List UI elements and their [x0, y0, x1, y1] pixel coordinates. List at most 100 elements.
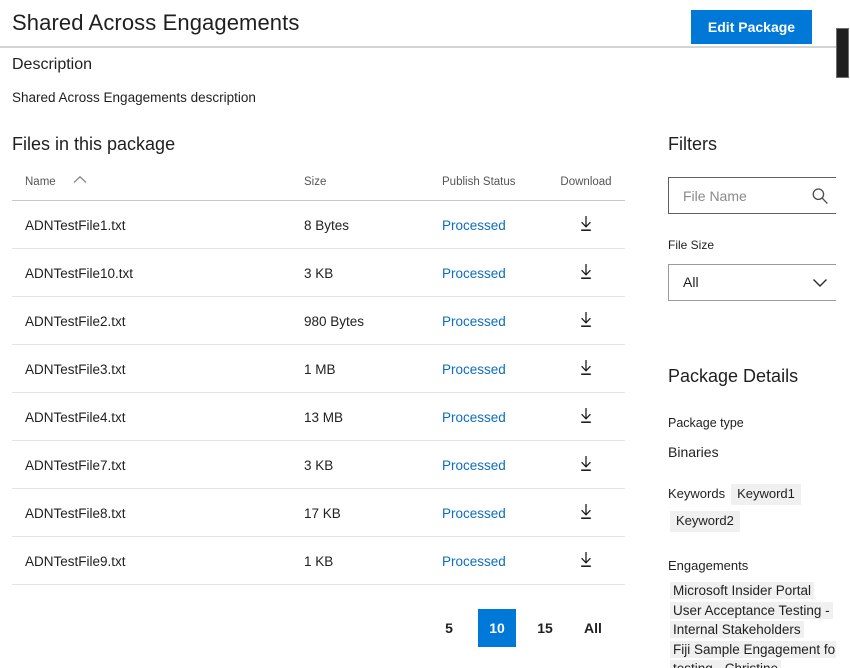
engagement-tag-label: User Acceptance Testing - Internal Stake…: [670, 602, 833, 638]
download-icon[interactable]: [578, 503, 594, 520]
engagement-tag: Microsoft Insider Portal: [670, 581, 848, 600]
pagination-spacer: [516, 628, 526, 629]
search-icon[interactable]: [810, 186, 830, 206]
publish-status-cell: Processed: [442, 344, 547, 394]
column-header-name[interactable]: Name: [12, 175, 304, 202]
file-size-cell: 980 Bytes: [304, 296, 442, 346]
file-name-cell: ADNTestFile10.txt: [12, 248, 304, 298]
pagination-spacer: [564, 628, 574, 629]
engagements-tag-list: Microsoft Insider Portal User Acceptance …: [670, 581, 848, 668]
file-name-cell: ADNTestFile9.txt: [12, 536, 304, 586]
file-size-cell: 17 KB: [304, 488, 442, 538]
files-section-heading: Files in this package: [12, 134, 176, 154]
download-icon[interactable]: [578, 215, 594, 232]
file-name-cell: ADNTestFile4.txt: [12, 392, 304, 442]
engagement-tag: User Acceptance Testing - Internal Stake…: [670, 601, 848, 639]
files-table-body: ADNTestFile1.txt 8 Bytes Processed ADNTestF…: [12, 200, 625, 586]
publish-status-cell: Processed: [442, 440, 547, 490]
publish-status-cell: Processed: [442, 392, 547, 442]
publish-status-cell: Processed: [442, 200, 547, 250]
file-name-cell: ADNTestFile3.txt: [12, 344, 304, 394]
download-icon[interactable]: [578, 455, 594, 472]
download-icon[interactable]: [578, 551, 594, 568]
publish-status-link[interactable]: Processed: [442, 410, 506, 425]
publish-status-cell: Processed: [442, 536, 547, 586]
publish-status-cell: Processed: [442, 248, 547, 298]
file-name-filter[interactable]: [668, 177, 840, 214]
publish-status-link[interactable]: Processed: [442, 314, 506, 329]
vertical-scrollbar-track[interactable]: [836, 0, 850, 668]
pagination-spacer: [468, 628, 478, 629]
column-header-download: Download: [547, 176, 625, 202]
file-name-cell: ADNTestFile7.txt: [12, 440, 304, 490]
keyword-tag: Keyword1: [731, 484, 801, 505]
pagination-option-5[interactable]: 5: [430, 609, 468, 647]
files-table-container: Name Size Publish Status Download ADNTes…: [12, 175, 625, 586]
file-size-label: File Size: [668, 238, 715, 252]
table-row[interactable]: ADNTestFile7.txt 3 KB Processed: [12, 440, 625, 490]
column-header-size[interactable]: Size: [304, 176, 442, 202]
chevron-up-icon[interactable]: [73, 175, 87, 187]
table-row[interactable]: ADNTestFile3.txt 1 MB Processed: [12, 344, 625, 394]
package-details-heading: Package Details: [668, 366, 799, 386]
download-cell: [547, 536, 625, 586]
files-table: Name Size Publish Status Download ADNTes…: [12, 175, 625, 586]
table-row[interactable]: ADNTestFile1.txt 8 Bytes Processed: [12, 200, 625, 250]
filters-heading: Filters: [668, 134, 717, 154]
file-name-cell: ADNTestFile1.txt: [12, 200, 304, 250]
publish-status-link[interactable]: Processed: [442, 458, 506, 473]
download-icon[interactable]: [578, 407, 594, 424]
publish-status-link[interactable]: Processed: [442, 362, 506, 377]
file-size-cell: 1 MB: [304, 344, 442, 394]
engagements-label: Engagements: [668, 558, 749, 573]
package-details-page: Shared Across Engagements Edit Package D…: [0, 0, 850, 668]
column-header-publish-status[interactable]: Publish Status: [442, 176, 547, 202]
download-cell: [547, 248, 625, 298]
vertical-scrollbar-thumb[interactable]: [836, 28, 849, 78]
download-cell: [547, 488, 625, 538]
keywords-row: Keywords Keyword1 Keyword2: [668, 484, 850, 538]
description-label: Description: [12, 56, 93, 73]
files-table-head: Name Size Publish Status Download: [12, 175, 625, 202]
publish-status-link[interactable]: Processed: [442, 506, 506, 521]
pagination: 5 10 15 All: [430, 609, 615, 647]
download-cell: [547, 392, 625, 442]
engagement-tag-label: Microsoft Insider Portal: [670, 582, 815, 599]
table-row[interactable]: ADNTestFile9.txt 1 KB Processed: [12, 536, 625, 586]
publish-status-cell: Processed: [442, 296, 547, 346]
search-input[interactable]: [669, 178, 807, 213]
engagement-tag-label: Fiji Sample Engagement for testing - Chr…: [670, 641, 843, 668]
pagination-option-15[interactable]: 15: [526, 609, 564, 647]
keyword-tag: Keyword2: [670, 511, 740, 532]
file-size-cell: 13 MB: [304, 392, 442, 442]
pagination-option-10[interactable]: 10: [478, 609, 516, 647]
table-row[interactable]: ADNTestFile8.txt 17 KB Processed: [12, 488, 625, 538]
table-row[interactable]: ADNTestFile2.txt 980 Bytes Processed: [12, 296, 625, 346]
publish-status-link[interactable]: Processed: [442, 218, 506, 233]
download-icon[interactable]: [578, 263, 594, 280]
file-size-select[interactable]: All: [668, 264, 840, 301]
pagination-option-all[interactable]: All: [574, 609, 612, 647]
package-type-value: Binaries: [668, 444, 719, 460]
file-name-cell: ADNTestFile8.txt: [12, 488, 304, 538]
file-size-selected-value: All: [683, 274, 699, 290]
table-row[interactable]: ADNTestFile10.txt 3 KB Processed: [12, 248, 625, 298]
download-cell: [547, 200, 625, 250]
download-cell: [547, 344, 625, 394]
publish-status-cell: Processed: [442, 488, 547, 538]
table-row[interactable]: ADNTestFile4.txt 13 MB Processed: [12, 392, 625, 442]
description-text: Shared Across Engagements description: [12, 90, 256, 105]
download-cell: [547, 440, 625, 490]
download-icon[interactable]: [578, 311, 594, 328]
package-type-label: Package type: [668, 416, 744, 430]
file-size-cell: 3 KB: [304, 248, 442, 298]
page-title: Shared Across Engagements: [12, 10, 300, 35]
file-size-cell: 3 KB: [304, 440, 442, 490]
file-size-cell: 1 KB: [304, 536, 442, 586]
file-size-cell: 8 Bytes: [304, 200, 442, 250]
download-icon[interactable]: [578, 359, 594, 376]
engagement-tag: Fiji Sample Engagement for testing - Chr…: [670, 640, 848, 668]
publish-status-link[interactable]: Processed: [442, 266, 506, 281]
table-header-row: Name Size Publish Status Download: [12, 175, 625, 202]
publish-status-link[interactable]: Processed: [442, 554, 506, 569]
